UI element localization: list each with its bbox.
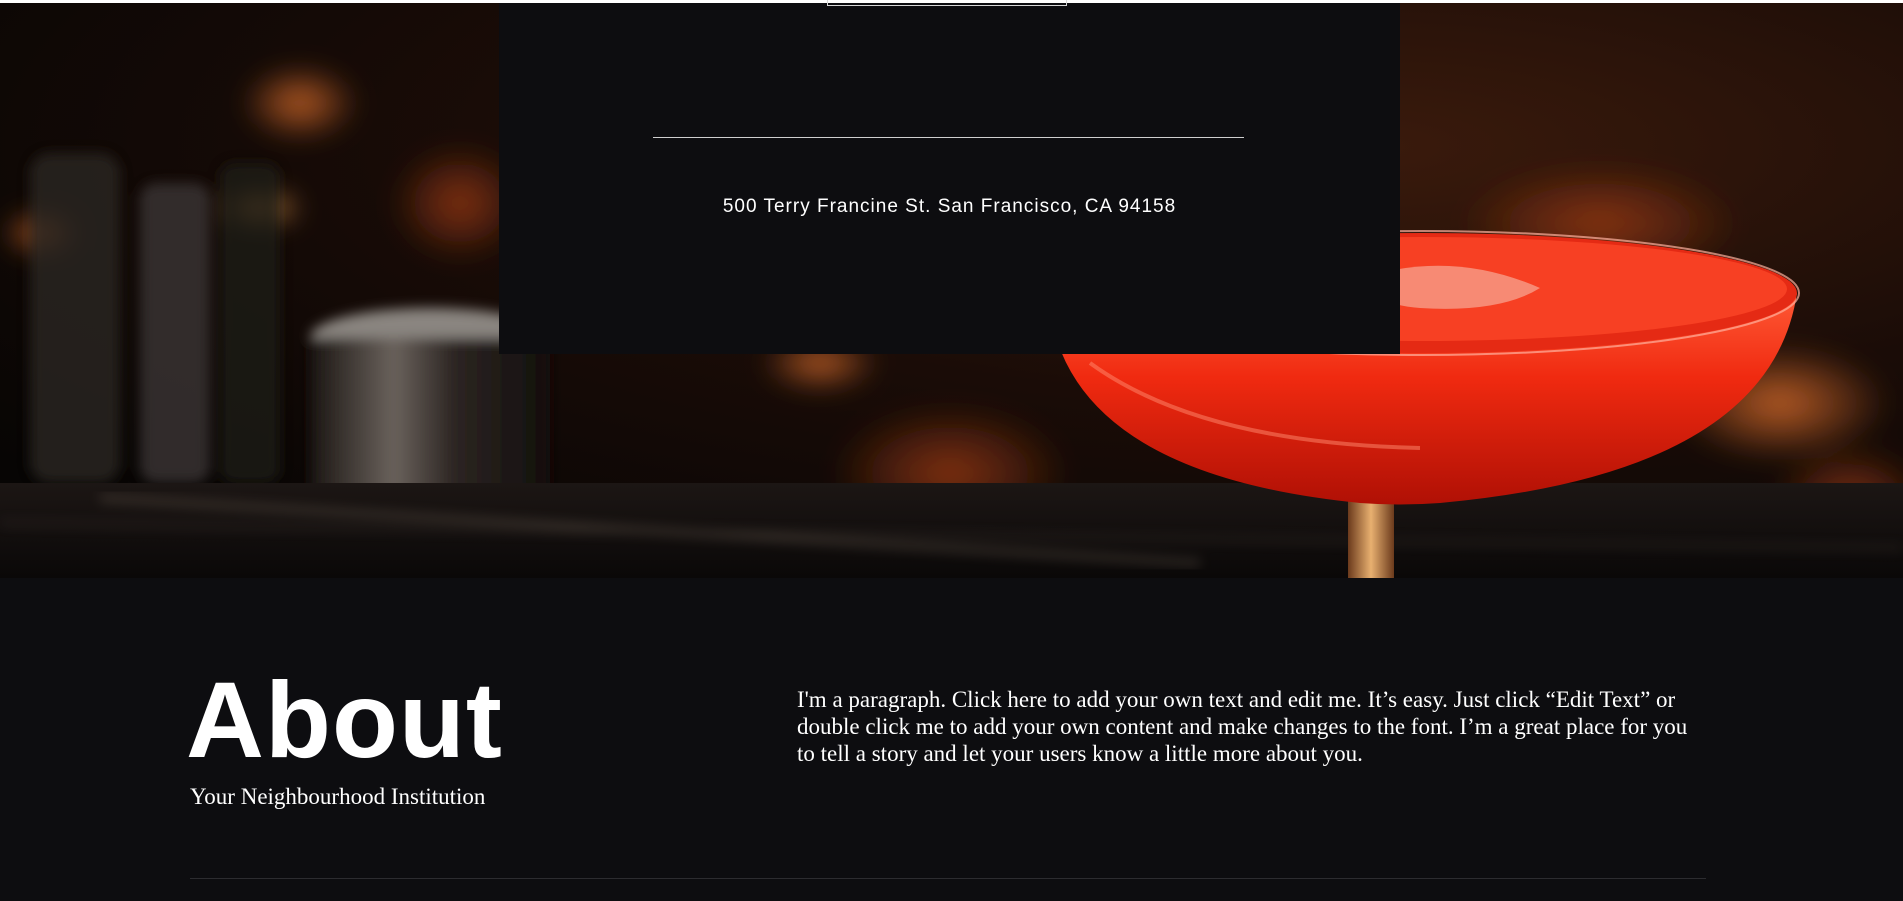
page: 500 Terry Francine St. San Francisco, CA… bbox=[0, 0, 1903, 901]
card-divider bbox=[653, 137, 1244, 138]
section-divider bbox=[190, 878, 1706, 879]
about-subtitle: Your Neighbourhood Institution bbox=[190, 784, 486, 809]
card-button-outline[interactable] bbox=[827, 0, 1067, 6]
about-title: About bbox=[186, 659, 503, 780]
location-card: 500 Terry Francine St. San Francisco, CA… bbox=[499, 0, 1400, 354]
about-section: About Your Neighbourhood Institution I'm… bbox=[0, 578, 1903, 901]
about-paragraph: I'm a paragraph. Click here to add your … bbox=[797, 687, 1688, 766]
address-text: 500 Terry Francine St. San Francisco, CA… bbox=[722, 196, 1177, 217]
